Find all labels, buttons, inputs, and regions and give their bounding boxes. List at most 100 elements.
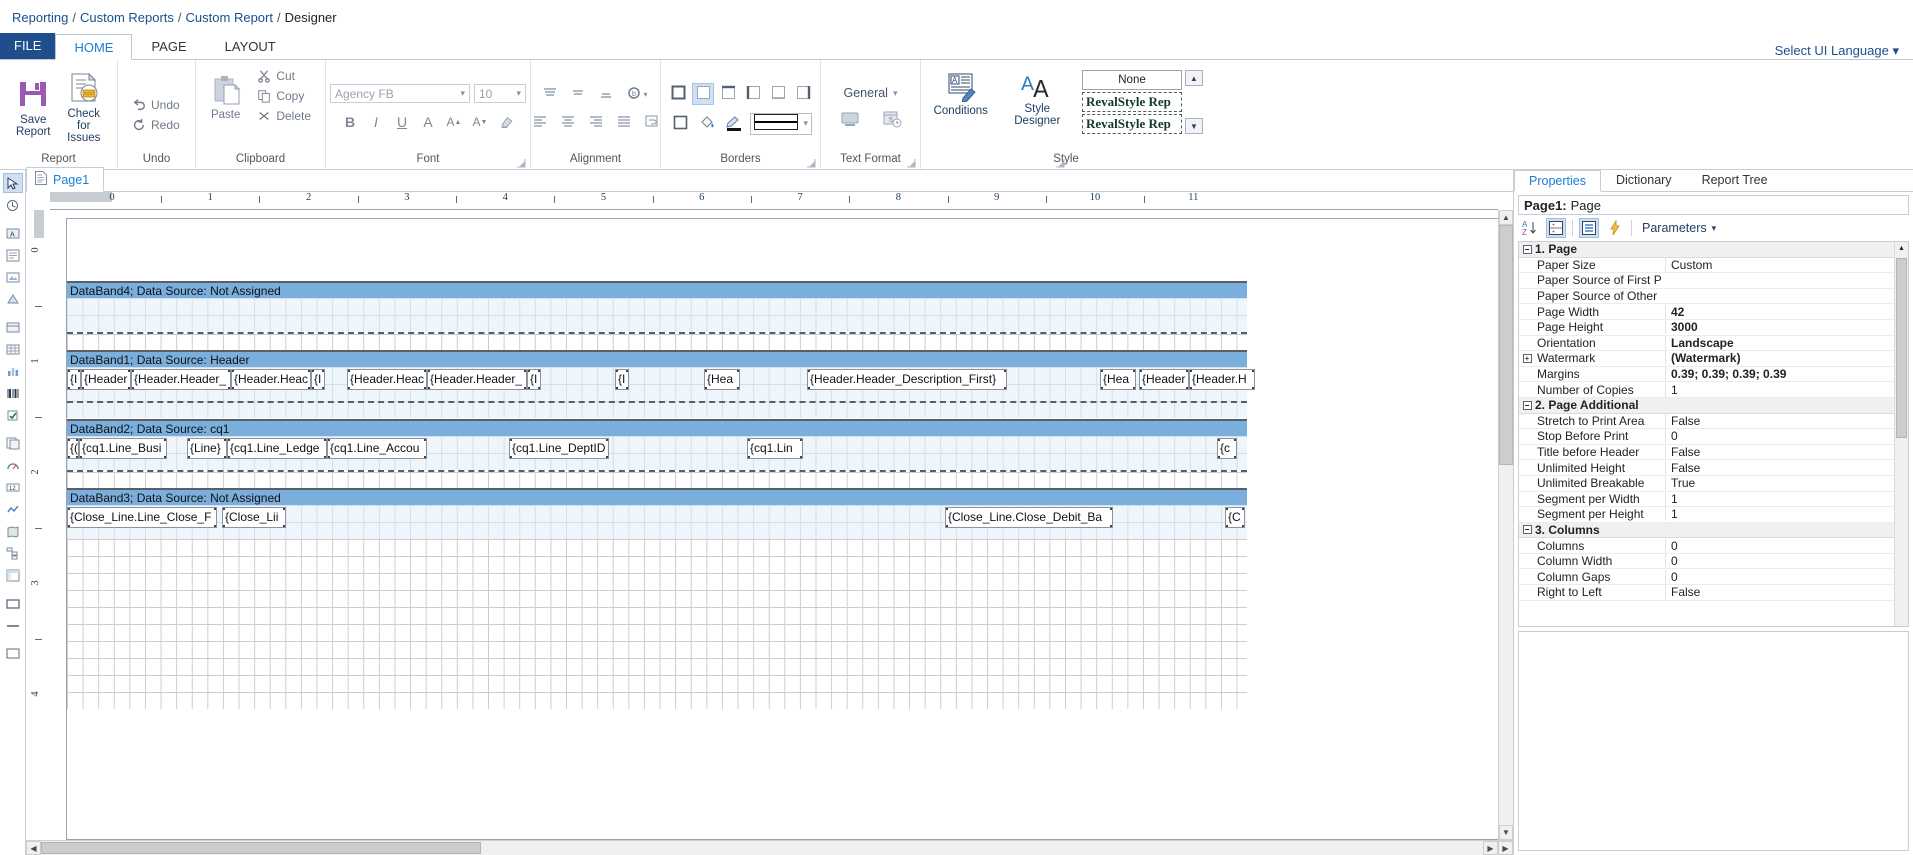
resize-handle[interactable] bbox=[1004, 387, 1006, 389]
resize-handle[interactable] bbox=[428, 387, 430, 389]
border-left-button[interactable] bbox=[742, 83, 764, 105]
style-designer-button[interactable]: A A Style Designer bbox=[1006, 70, 1070, 129]
design-text-component[interactable]: {Close_Lii bbox=[222, 507, 286, 528]
resize-handle[interactable] bbox=[606, 456, 608, 458]
resize-handle[interactable] bbox=[68, 439, 70, 441]
resize-handle[interactable] bbox=[80, 439, 82, 441]
resize-handle[interactable] bbox=[68, 508, 70, 510]
resize-handle[interactable] bbox=[1242, 508, 1244, 510]
resize-handle[interactable] bbox=[510, 456, 512, 458]
border-all-button[interactable] bbox=[667, 83, 689, 105]
property-value[interactable]: 0 bbox=[1665, 569, 1894, 584]
resize-handle[interactable] bbox=[348, 387, 350, 389]
resize-handle[interactable] bbox=[82, 387, 84, 389]
property-row[interactable]: Page Width 42 bbox=[1519, 304, 1894, 320]
breadcrumb-item-custom-reports[interactable]: Custom Reports bbox=[80, 10, 174, 25]
gauge-tool-icon[interactable] bbox=[3, 455, 23, 475]
date-format-icon[interactable]: 5 bbox=[882, 110, 902, 131]
align-center-button[interactable] bbox=[557, 114, 579, 132]
resize-handle[interactable] bbox=[705, 370, 707, 372]
resize-handle[interactable] bbox=[1101, 387, 1103, 389]
property-row[interactable]: Orientation Landscape bbox=[1519, 335, 1894, 352]
resize-handle[interactable] bbox=[68, 370, 70, 372]
property-row[interactable]: Column Gaps 0 bbox=[1519, 569, 1894, 586]
cut-button[interactable]: Cut bbox=[251, 66, 317, 86]
pointer-icon[interactable] bbox=[2, 173, 23, 193]
collapse-icon[interactable]: − bbox=[1519, 400, 1535, 410]
barcode-tool-icon[interactable] bbox=[3, 383, 23, 403]
resize-handle[interactable] bbox=[132, 387, 134, 389]
property-value[interactable]: 0 bbox=[1665, 538, 1894, 553]
resize-handle[interactable] bbox=[283, 508, 285, 510]
scroll-down-icon[interactable]: ▼ bbox=[1499, 825, 1513, 840]
design-text-component[interactable]: {Close_Line.Close_Debit_Ba bbox=[945, 507, 1113, 528]
resize-handle[interactable] bbox=[1140, 387, 1142, 389]
chart-tool-icon[interactable] bbox=[3, 361, 23, 381]
design-text-component[interactable]: {I bbox=[615, 369, 629, 390]
property-value[interactable]: False bbox=[1665, 460, 1894, 475]
property-row[interactable]: Paper Source of First P bbox=[1519, 273, 1894, 289]
horizontal-scroll-track[interactable] bbox=[41, 841, 1483, 855]
crosstab-tool-icon[interactable] bbox=[3, 565, 23, 585]
resize-handle[interactable] bbox=[1110, 525, 1112, 527]
resize-handle[interactable] bbox=[132, 370, 134, 372]
design-text-component[interactable]: {I bbox=[527, 369, 541, 390]
fill-color-button[interactable] bbox=[696, 113, 718, 135]
design-text-component[interactable]: {Header.Heac bbox=[347, 369, 427, 390]
property-value[interactable]: 1 bbox=[1665, 507, 1894, 522]
resize-handle[interactable] bbox=[232, 387, 234, 389]
panel-tool-icon[interactable] bbox=[3, 317, 23, 337]
resize-handle[interactable] bbox=[1133, 387, 1135, 389]
resize-handle[interactable] bbox=[1218, 439, 1220, 441]
resize-handle[interactable] bbox=[737, 387, 739, 389]
redo-button[interactable]: Redo bbox=[126, 115, 186, 135]
design-text-component[interactable]: {Header.Header_ bbox=[427, 369, 527, 390]
resize-handle[interactable] bbox=[1234, 456, 1236, 458]
property-value[interactable]: False bbox=[1665, 413, 1894, 428]
style-gallery-item-1[interactable]: RevalStyle Rep bbox=[1082, 92, 1182, 112]
property-value[interactable]: 42 bbox=[1665, 304, 1894, 319]
scroll-left-icon[interactable]: ◀ bbox=[26, 841, 41, 855]
resize-handle[interactable] bbox=[1190, 387, 1192, 389]
design-text-component[interactable]: {Header bbox=[1139, 369, 1189, 390]
image-tool-icon[interactable] bbox=[3, 267, 23, 287]
align-bottom-button[interactable] bbox=[595, 86, 617, 104]
resize-handle[interactable] bbox=[228, 439, 230, 441]
resize-handle[interactable] bbox=[188, 439, 190, 441]
bold-button[interactable]: B bbox=[338, 111, 362, 133]
paste-button[interactable]: Paste bbox=[204, 72, 247, 123]
property-value[interactable]: 0 bbox=[1665, 554, 1894, 569]
resize-handle[interactable] bbox=[214, 525, 216, 527]
property-value[interactable]: False bbox=[1665, 585, 1894, 600]
border-box-button[interactable] bbox=[669, 113, 691, 135]
scroll-up-icon[interactable]: ▲ bbox=[1185, 70, 1203, 86]
design-text-component[interactable]: {Line} bbox=[187, 438, 227, 459]
sort-alphabetical-icon[interactable]: AZ bbox=[1520, 218, 1540, 238]
resize-handle[interactable] bbox=[424, 456, 426, 458]
resize-handle[interactable] bbox=[312, 370, 314, 372]
property-value[interactable]: 1 bbox=[1665, 491, 1894, 506]
tab-page[interactable]: PAGE bbox=[132, 33, 205, 59]
shrink-font-button[interactable]: A ▼ bbox=[468, 111, 492, 133]
style-gallery-scroll[interactable]: ▲ ▼ bbox=[1185, 70, 1203, 134]
canvas-vertical-scrollbar[interactable]: ▲ ▼ bbox=[1498, 210, 1513, 840]
events-lightning-icon[interactable] bbox=[1605, 218, 1625, 238]
resize-handle[interactable] bbox=[1252, 370, 1254, 372]
property-value[interactable]: Custom bbox=[1665, 257, 1894, 272]
band-header-databand1[interactable]: DataBand1; Data Source: Header bbox=[67, 350, 1247, 367]
style-gallery-item-2[interactable]: RevalStyle Rep bbox=[1082, 114, 1182, 134]
design-text-component[interactable]: {Header bbox=[81, 369, 131, 390]
map-tool-icon[interactable] bbox=[3, 521, 23, 541]
border-top-button[interactable] bbox=[717, 83, 739, 105]
resize-handle[interactable] bbox=[188, 456, 190, 458]
text-tool-icon[interactable]: A bbox=[3, 223, 23, 243]
resize-handle[interactable] bbox=[626, 387, 628, 389]
resize-handle[interactable] bbox=[1101, 370, 1103, 372]
property-row[interactable]: Unlimited Breakable True bbox=[1519, 476, 1894, 492]
resize-handle[interactable] bbox=[68, 456, 70, 458]
parameters-dropdown[interactable]: Parameters ▾ bbox=[1638, 221, 1716, 235]
design-text-component[interactable]: {Header.H bbox=[1189, 369, 1255, 390]
resize-handle[interactable] bbox=[1133, 370, 1135, 372]
font-size-select[interactable]: 10 ▾ bbox=[474, 84, 526, 103]
font-name-select[interactable]: Agency FB ▾ bbox=[330, 84, 470, 103]
